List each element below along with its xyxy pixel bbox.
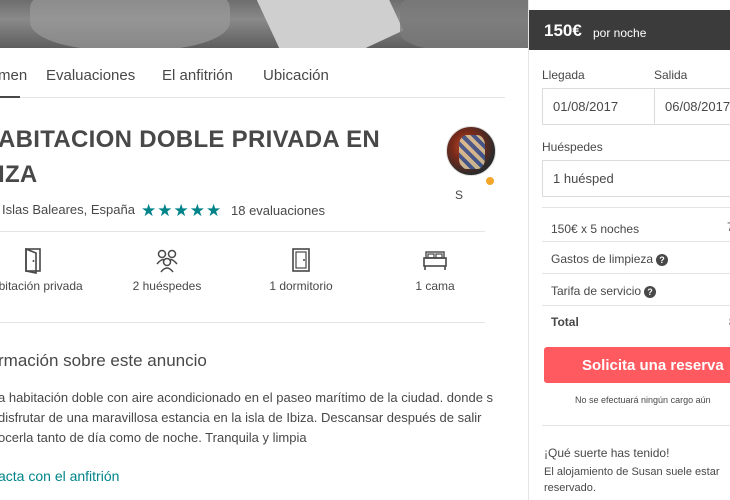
divider [542, 305, 730, 306]
no-charge-note: No se efectuará ningún cargo aún [575, 395, 711, 405]
luck-title: ¡Qué suerte has tenido! [544, 446, 670, 460]
guests-icon [156, 249, 178, 273]
tab-anfitrion[interactable]: El anfitrión [162, 67, 233, 84]
checkin-input[interactable]: 01/08/2017 [542, 88, 655, 125]
guests-select[interactable]: 1 huésped [542, 160, 730, 197]
guests-label: Huéspedes [542, 140, 603, 154]
nightly-price: 150€ [544, 21, 582, 40]
contact-host-link[interactable]: acta con el anfitrión [0, 468, 119, 484]
cleaning-fee-row: Gastos de limpieza? [551, 252, 669, 266]
photo-detail [256, 0, 404, 48]
tab-ubicacion[interactable]: Ubicación [263, 67, 329, 84]
request-booking-button[interactable]: Solicita una reserva [544, 347, 730, 383]
booking-panel: 150€ por noche Llegada Salida 01/08/2017… [528, 0, 730, 500]
feature-label: 1 dormitorio [269, 279, 333, 293]
luck-message: El alojamiento de Susan suele estar rese… [544, 466, 720, 494]
divider [542, 425, 730, 426]
bedroom-door-icon [292, 248, 310, 272]
review-count[interactable]: 18 evaluaciones [231, 203, 325, 218]
feature-bedrooms: 1 dormitorio [241, 246, 361, 295]
info-description: a habitación doble con aire acondicionad… [0, 390, 494, 445]
price-unit: por noche [593, 26, 647, 40]
tab-resumen[interactable]: men [0, 67, 27, 84]
bed-icon [423, 251, 447, 270]
feature-room-type: Habitación privada [0, 246, 93, 295]
service-fee-label: Tarifa de servicio [551, 284, 642, 298]
checkout-label: Salida [654, 68, 688, 82]
door-icon [25, 247, 41, 274]
feature-label: 1 cama [415, 279, 455, 293]
total-label: Total [551, 315, 579, 329]
section-tabs: men Evaluaciones El anfitrión Ubicación [0, 48, 505, 98]
checkout-input[interactable]: 06/08/2017 [654, 88, 730, 125]
cleaning-fee-label: Gastos de limpieza [551, 252, 654, 266]
feature-label: Habitación privada [0, 279, 83, 293]
feature-label: 2 huéspedes [132, 279, 202, 293]
divider [542, 273, 730, 274]
info-heading: rmación sobre este anuncio [0, 351, 207, 370]
active-tab-indicator [0, 96, 20, 98]
rating-stars: ★★★★★ [141, 201, 223, 220]
listing-title: ABITACION DOBLE PRIVADA EN IZA [0, 126, 381, 188]
divider [542, 241, 730, 242]
help-icon[interactable]: ? [644, 285, 657, 298]
help-icon[interactable]: ? [656, 253, 669, 266]
superhost-badge [485, 176, 495, 186]
checkin-label: Llegada [542, 68, 585, 82]
service-fee-row: Tarifa de servicio? [551, 284, 657, 298]
listing-location[interactable]: Islas Baleares, España [2, 202, 135, 217]
feature-guests: 2 huéspedes [107, 246, 227, 295]
host-name[interactable]: S [455, 188, 463, 202]
feature-beds: 1 cama [375, 246, 495, 295]
divider [0, 231, 485, 232]
nights-line: 150€ x 5 noches [551, 222, 640, 236]
host-avatar[interactable] [446, 126, 496, 176]
avatar-image [459, 135, 485, 169]
divider [542, 207, 730, 208]
tab-evaluaciones[interactable]: Evaluaciones [46, 67, 135, 84]
price-bar: 150€ por noche [529, 10, 730, 50]
divider [0, 322, 485, 323]
photo-detail [30, 0, 230, 48]
